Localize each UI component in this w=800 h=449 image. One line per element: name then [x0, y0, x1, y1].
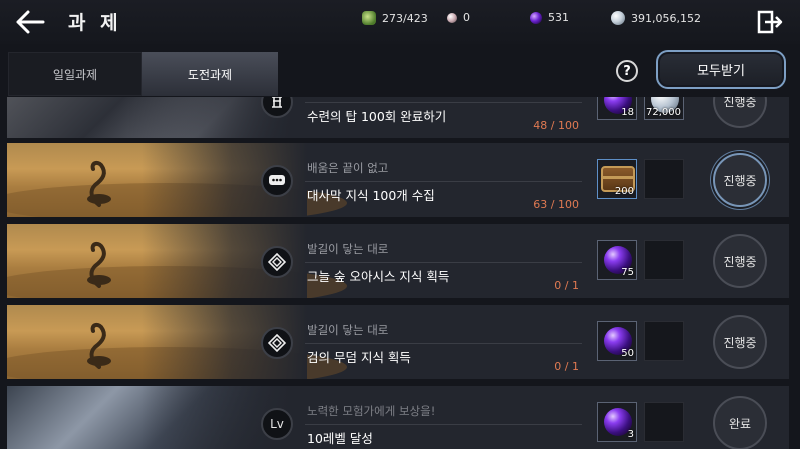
energy-icon: [362, 11, 376, 25]
quest-title: 수련의 탑 100회 완료하기: [307, 109, 447, 124]
quest-status-button[interactable]: 진행중: [713, 234, 767, 288]
quest-subtitle: 배움은 끝이 없고: [307, 161, 389, 175]
quest-status-button[interactable]: 진행중: [713, 153, 767, 207]
quest-status-button[interactable]: 완료: [713, 396, 767, 449]
reward-slot-empty: [644, 159, 684, 199]
purple-orb-icon: [530, 11, 542, 24]
page-title: 과 제: [68, 12, 122, 34]
scorpion-icon: [87, 322, 111, 369]
reward-qty: 50: [621, 348, 634, 359]
quest-title: 그늘 숲 오아시스 지식 획득: [307, 269, 450, 284]
reward-slot[interactable]: 18: [597, 97, 637, 120]
reward-slot[interactable]: 3: [597, 402, 637, 442]
divider: [305, 424, 582, 425]
scorpion-icon: [87, 160, 111, 207]
list-item[interactable]: 발길이 닿는 대로 그늘 숲 오아시스 지식 획득 0 / 1 75 진행중: [7, 224, 789, 298]
reward-slot[interactable]: 50: [597, 321, 637, 361]
reward-slot-empty: [644, 240, 684, 280]
currency-value: 391,056,152: [631, 11, 701, 25]
diamond-compass-icon: [261, 246, 293, 278]
divider: [305, 102, 582, 103]
divider: [305, 181, 582, 182]
reward-slot-empty: [644, 321, 684, 361]
list-item[interactable]: Lv 노력한 모험가에게 보상을! 10레벨 달성 3 완료: [7, 386, 789, 449]
divider: [305, 262, 582, 263]
diamond-compass-icon: [261, 327, 293, 359]
level-icon: Lv: [261, 408, 293, 440]
quest-status-button[interactable]: 진행중: [713, 97, 767, 128]
silver-coin-icon: [611, 11, 625, 25]
quest-title: 검의 무덤 지식 획득: [307, 350, 411, 365]
pearl-icon: [447, 12, 457, 23]
quest-subtitle: 발길이 닿는 대로: [307, 323, 389, 337]
currency-orb: 531: [530, 11, 569, 24]
reward-slot[interactable]: 200: [597, 159, 637, 199]
reward-qty: 3: [627, 429, 634, 440]
reward-slot[interactable]: 72,000: [644, 97, 684, 120]
quest-title: 대사막 지식 100개 수집: [307, 188, 435, 203]
scorpion-icon: [87, 241, 111, 288]
tab-daily[interactable]: 일일과제: [8, 52, 142, 96]
chat-bubble-icon: [261, 165, 293, 197]
quest-status-button[interactable]: 진행중: [713, 315, 767, 369]
exit-door-icon[interactable]: [757, 9, 783, 35]
list-item[interactable]: 수련의 탑 100회 완료하기 48 / 100 18 72,000 진행중: [7, 97, 789, 138]
quest-title: 10레벨 달성: [307, 431, 373, 446]
currency-value: 0: [463, 11, 470, 24]
top-bar: 과 제 273/423 0 531 391,056,152: [0, 0, 800, 44]
help-icon[interactable]: ?: [616, 60, 638, 82]
back-arrow-icon[interactable]: [14, 8, 46, 36]
quest-progress: 63 / 100: [533, 198, 579, 211]
currency-energy: 273/423: [362, 11, 428, 25]
claim-all-button[interactable]: 모두받기: [656, 50, 786, 89]
quest-list: 수련의 탑 100회 완료하기 48 / 100 18 72,000 진행중 배…: [0, 97, 800, 449]
divider: [305, 343, 582, 344]
quest-subtitle: 발길이 닿는 대로: [307, 242, 389, 256]
reward-qty: 72,000: [646, 107, 681, 118]
quest-subtitle: 노력한 모험가에게 보상을!: [307, 404, 436, 418]
currency-pearl: 0: [447, 11, 470, 24]
tab-bar: 일일과제 도전과제: [8, 52, 278, 96]
quest-progress: 48 / 100: [533, 119, 579, 132]
list-item[interactable]: 배움은 끝이 없고 대사막 지식 100개 수집 63 / 100 200 진행…: [7, 143, 789, 217]
reward-slot-empty: [644, 402, 684, 442]
reward-qty: 75: [621, 267, 634, 278]
reward-slot[interactable]: 75: [597, 240, 637, 280]
reward-qty: 18: [621, 107, 634, 118]
currency-value: 531: [548, 11, 569, 24]
reward-qty: 200: [614, 186, 634, 197]
quest-progress: 0 / 1: [554, 279, 579, 292]
currency-silver: 391,056,152: [611, 11, 701, 25]
currency-value: 273/423: [382, 11, 428, 25]
tab-challenge[interactable]: 도전과제: [142, 52, 278, 96]
list-item[interactable]: 발길이 닿는 대로 검의 무덤 지식 획득 0 / 1 50 진행중: [7, 305, 789, 379]
quest-progress: 0 / 1: [554, 360, 579, 373]
